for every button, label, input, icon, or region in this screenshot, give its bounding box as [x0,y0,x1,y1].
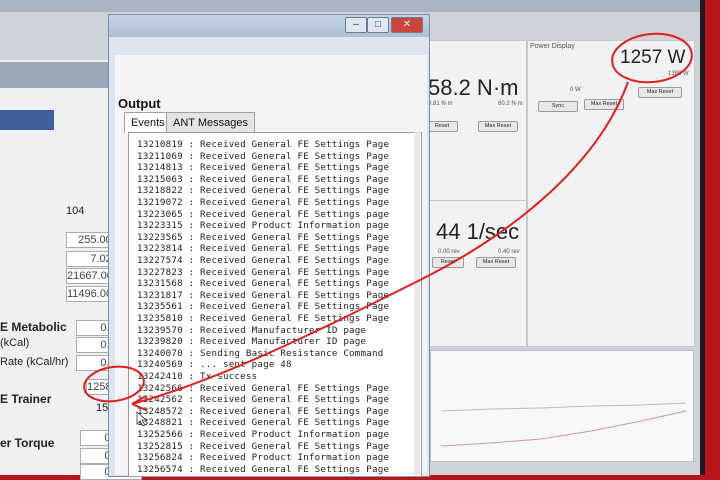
log-scrollbar[interactable] [414,132,420,475]
rate-label: Rate (kCal/hr) [0,356,69,368]
torque-min: 0.81 N·m [428,101,453,107]
minimize-icon[interactable]: – [345,17,367,33]
log-line: 13223814 : Received General FE Settings … [137,243,390,255]
maximize-icon[interactable]: □ [367,17,389,33]
speed-panel: 44 1/sec 0.00 rev 0.40 rev Reset Max Res… [425,200,527,347]
power-sync-button[interactable]: Sync [538,101,578,112]
event-log[interactable]: 13210819 : Received General FE Settings … [128,132,422,477]
tab-ant-messages[interactable]: ANT Messages [166,112,255,133]
log-line: 13231568 : Received General FE Settings … [137,278,390,290]
log-line: 13242410 : Tx success [137,371,258,382]
log-line: 13242566 : Received General FE Settings … [137,382,390,394]
log-line: 13256824 : Received Product Information … [137,452,390,464]
log-line: 13219072 : Received General FE Settings … [137,197,390,208]
speed-max: 0.40 rev [498,249,520,255]
log-line: 13248572 : Received General FE Settings … [137,405,390,417]
power-panel-title: Power Display [530,43,575,50]
log-line: 13252815 : Received General FE Settings … [137,440,390,452]
monitor-bezel: 58.2 N·m 0.81 N·m 60.2 N·m Reset Max Res… [0,0,705,480]
log-line: 13252566 : Received Product Information … [137,429,390,440]
torque-max-reset-button[interactable]: Max Reset [478,121,518,132]
torque-reset-button[interactable]: Reset [426,121,458,132]
torque-max: 60.2 N·m [498,101,523,107]
power-max: 1380 W [668,71,689,77]
torque-panel: 58.2 N·m 0.81 N·m 60.2 N·m Reset Max Res… [425,40,527,212]
metabolic-section-label: E Metabolic [0,320,67,334]
torque-section-label: er Torque [0,436,55,450]
close-icon[interactable]: ✕ [391,17,423,33]
log-line: 13227574 : Received General FE Settings … [137,255,390,266]
log-line: 13239820 : Received Manufacturer ID page [137,336,367,348]
speed-value: 44 1/sec [436,219,520,244]
power-display-panel: Power Display 1257 W 0 W 1380 W Sync Max… [527,40,695,347]
power-max-reset-button-1[interactable]: Max Reset [584,99,624,110]
value-104: 104 [66,205,85,217]
log-line: 13215063 : Received General FE Settings … [137,173,390,185]
tab-events[interactable]: Events [124,112,172,133]
log-line: 13240569 : ... sent page 48 [137,359,292,371]
log-line: 13240070 : Sending Basic Resistance Comm… [137,347,384,359]
log-line: 13223315 : Received Product Information … [137,220,390,232]
log-line: 13218822 : Received General FE Settings … [137,185,390,197]
speed-reset-button[interactable]: Reset [432,257,464,268]
left-panel-header [0,62,112,88]
power-value: 1257 W [620,47,686,68]
log-line: 13231817 : Received General FE Settings … [137,289,390,301]
log-line: 13223565 : Received General FE Settings … [137,231,390,243]
log-line: 13256574 : Received General FE Settings … [137,463,390,475]
power-min: 0 W [570,87,581,93]
window-top-strip [0,0,700,12]
kcal-label: (kCal) [0,337,30,349]
log-line: 13235561 : Received General FE Settings … [137,301,390,313]
speed-max-reset-button[interactable]: Max Reset [476,257,516,268]
log-line: 13235810 : Received General FE Settings … [137,313,390,324]
selection-bar [0,110,54,130]
log-line: 13223065 : Received General FE Settings … [137,208,390,220]
output-title: Output [118,96,161,111]
log-line: 13211069 : Received General FE Settings … [137,150,390,162]
power-max-reset-button-2[interactable]: Max Reset [638,87,682,98]
output-titlebar[interactable]: – □ ✕ [109,15,429,37]
log-line: 13214813 : Received General FE Settings … [137,162,390,174]
log-line: 13242562 : Received General FE Settings … [137,394,390,406]
history-graph [430,350,694,462]
log-line: 13210819 : Received General FE Settings … [137,139,390,150]
log-line: 13239570 : Received Manufacturer ID page [137,324,367,336]
log-line: 13227823 : Received General FE Settings … [137,266,390,278]
log-line: 13248821 : Received General FE Settings … [137,417,390,429]
torque-value: 58.2 N·m [428,75,519,100]
speed-min: 0.00 rev [438,249,460,255]
graph-lines [440,402,687,447]
trainer-section-label: E Trainer [0,392,52,406]
